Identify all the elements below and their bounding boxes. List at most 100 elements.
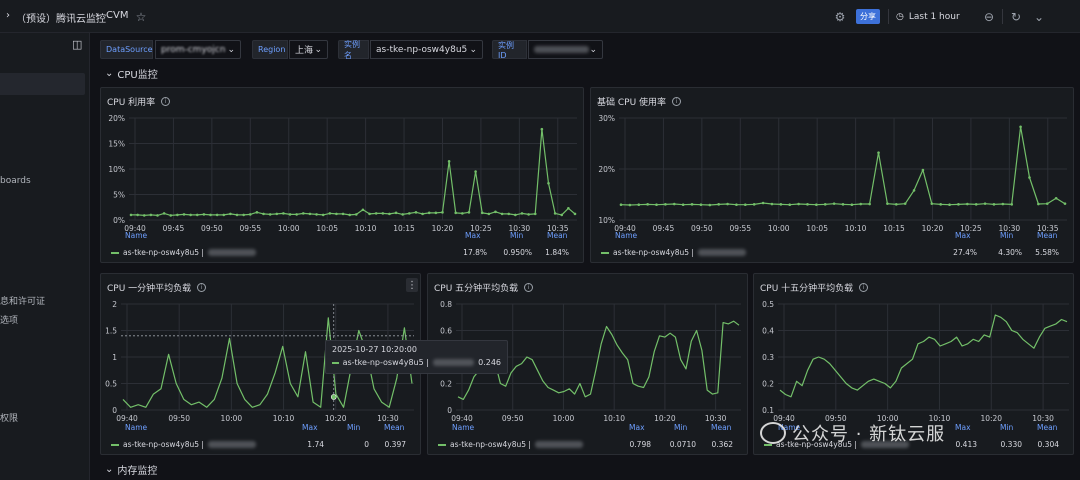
legend-header-mean[interactable]: Mean bbox=[1037, 231, 1057, 240]
legend-header-mean[interactable]: Mean bbox=[1037, 423, 1057, 432]
series-swatch bbox=[601, 251, 609, 254]
data-point bbox=[726, 202, 729, 206]
data-point bbox=[275, 212, 279, 216]
data-point bbox=[646, 203, 649, 206]
legend-header-mean[interactable]: Mean bbox=[384, 423, 404, 432]
legend-row[interactable]: as-tke-np-osw4y8u5 | bbox=[111, 248, 256, 257]
legend-header-min[interactable]: Min bbox=[347, 423, 360, 432]
sidebar-item-license[interactable]: 息和许可证 bbox=[0, 294, 45, 307]
sidebar: ◫ boards 息和许可证 选项 权限 bbox=[0, 33, 90, 480]
x-tick-label: 10:10 bbox=[273, 414, 295, 423]
data-point bbox=[1063, 202, 1067, 205]
data-point bbox=[903, 202, 907, 205]
data-point bbox=[1045, 202, 1049, 205]
x-tick-label: 10:20 bbox=[922, 224, 944, 233]
series-swatch bbox=[111, 443, 119, 446]
legend-value-mean: 0.304 bbox=[1037, 440, 1059, 449]
legend-header-mean[interactable]: Mean bbox=[711, 423, 731, 432]
x-tick-label: 09:50 bbox=[691, 224, 713, 233]
x-tick-label: 10:00 bbox=[221, 414, 243, 423]
data-point bbox=[735, 203, 738, 206]
x-tick-label: 10:00 bbox=[768, 224, 790, 233]
legend-header-name[interactable]: Name bbox=[615, 231, 637, 240]
legend-row[interactable]: as-tke-np-osw4y8u5 | bbox=[601, 248, 746, 257]
legend-header-max[interactable]: Max bbox=[955, 231, 971, 240]
y-tick-label: 0.5 bbox=[105, 380, 117, 389]
time-range-picker[interactable]: ◷ Last 1 hour bbox=[896, 9, 974, 25]
redacted-value bbox=[207, 249, 256, 256]
data-point bbox=[948, 203, 951, 206]
region-value: 上海 bbox=[295, 46, 314, 56]
legend-header-name[interactable]: Name bbox=[452, 423, 474, 432]
legend-header-max[interactable]: Max bbox=[302, 423, 318, 432]
sidebar-active-item[interactable] bbox=[0, 73, 85, 95]
data-point bbox=[374, 212, 378, 215]
legend-row[interactable]: as-tke-np-osw4y8u5 | bbox=[111, 440, 256, 449]
gear-icon[interactable]: ⚙ bbox=[831, 8, 849, 26]
breadcrumb-folder[interactable]: （预设）腾讯云监控 bbox=[16, 10, 106, 25]
y-tick-label: 0.2 bbox=[440, 380, 452, 389]
share-button[interactable]: 分享 bbox=[856, 9, 880, 24]
legend-header-name[interactable]: Name bbox=[125, 423, 147, 432]
data-point bbox=[421, 212, 424, 216]
data-point bbox=[832, 202, 836, 205]
row-memory-monitoring[interactable]: ⌄ 内存监控 bbox=[105, 462, 157, 477]
variable-select-datasource[interactable]: prom-cmyojcn ⌄ bbox=[155, 40, 241, 59]
y-tick-label: 0.4 bbox=[762, 327, 774, 336]
legend-header-max[interactable]: Max bbox=[465, 231, 481, 240]
chart-panel[interactable]: 基础 CPU 使用率 i 10% 20% 30% 09:40 09:45 09:50 09:55… bbox=[590, 87, 1074, 263]
sidebar-item-preferences[interactable]: 选项 bbox=[0, 313, 18, 326]
breadcrumb-dashboard[interactable]: CVM bbox=[106, 10, 128, 21]
star-icon[interactable]: ☆ bbox=[132, 8, 150, 26]
legend-header-min[interactable]: Min bbox=[510, 231, 523, 240]
zoom-out-icon[interactable]: ⊖ bbox=[980, 8, 998, 26]
series-line bbox=[779, 314, 1068, 398]
data-point bbox=[434, 211, 438, 215]
legend-header-max[interactable]: Max bbox=[955, 423, 971, 432]
legend-value-mean: 5.58% bbox=[1035, 248, 1059, 257]
data-point bbox=[672, 202, 676, 206]
chevron-down-icon[interactable]: ⌄ bbox=[1030, 8, 1048, 26]
data-point bbox=[527, 213, 530, 216]
chart-panel[interactable]: CPU 利用率 i 0% 5% 10% 15% 20% 09:40 09:45 09:50 09:5… bbox=[100, 87, 584, 263]
legend-header-min[interactable]: Min bbox=[1000, 231, 1013, 240]
legend-row[interactable]: as-tke-np-osw4y8u5 | bbox=[438, 440, 583, 449]
data-point bbox=[454, 211, 458, 215]
data-point bbox=[321, 213, 325, 217]
data-point bbox=[966, 202, 969, 206]
legend-header-name[interactable]: Name bbox=[125, 231, 147, 240]
legend-header-mean[interactable]: Mean bbox=[547, 231, 567, 240]
dock-menu-icon[interactable]: ◫ bbox=[72, 38, 82, 51]
data-point bbox=[328, 212, 332, 215]
sidebar-item-dashboards[interactable]: boards bbox=[0, 176, 31, 186]
redacted-value bbox=[432, 359, 475, 366]
variable-select-region[interactable]: 上海 ⌄ bbox=[289, 40, 328, 59]
legend-header-min[interactable]: Min bbox=[674, 423, 687, 432]
variable-select-instance-name[interactable]: as-tke-np-osw4y8u5 ⌄ bbox=[370, 40, 483, 59]
y-tick-label: 0.5 bbox=[762, 300, 774, 309]
data-point bbox=[335, 212, 338, 216]
data-point bbox=[229, 212, 232, 216]
data-point bbox=[974, 203, 978, 206]
data-point bbox=[983, 202, 987, 205]
data-point bbox=[664, 203, 667, 206]
x-tick-label: 10:30 bbox=[705, 414, 727, 423]
data-point bbox=[341, 212, 345, 216]
variable-select-instance-id[interactable]: ⌄ bbox=[528, 40, 603, 59]
data-point bbox=[467, 211, 471, 214]
data-point bbox=[573, 212, 577, 216]
legend-header-min[interactable]: Min bbox=[1000, 423, 1013, 432]
data-point bbox=[520, 212, 524, 215]
refresh-icon[interactable]: ↻ bbox=[1007, 8, 1025, 26]
sidebar-item-permissions[interactable]: 权限 bbox=[0, 411, 18, 424]
hover-point bbox=[330, 394, 337, 400]
y-tick-label: 2 bbox=[112, 300, 117, 309]
x-tick-label: 10:20 bbox=[325, 414, 347, 423]
legend-header-max[interactable]: Max bbox=[629, 423, 645, 432]
legend-value-mean: 1.84% bbox=[545, 248, 569, 257]
data-point bbox=[461, 212, 464, 215]
data-point bbox=[930, 202, 934, 205]
row-cpu-monitoring[interactable]: ⌄ CPU监控 bbox=[105, 66, 158, 81]
data-point bbox=[877, 151, 880, 154]
data-point bbox=[209, 213, 212, 217]
